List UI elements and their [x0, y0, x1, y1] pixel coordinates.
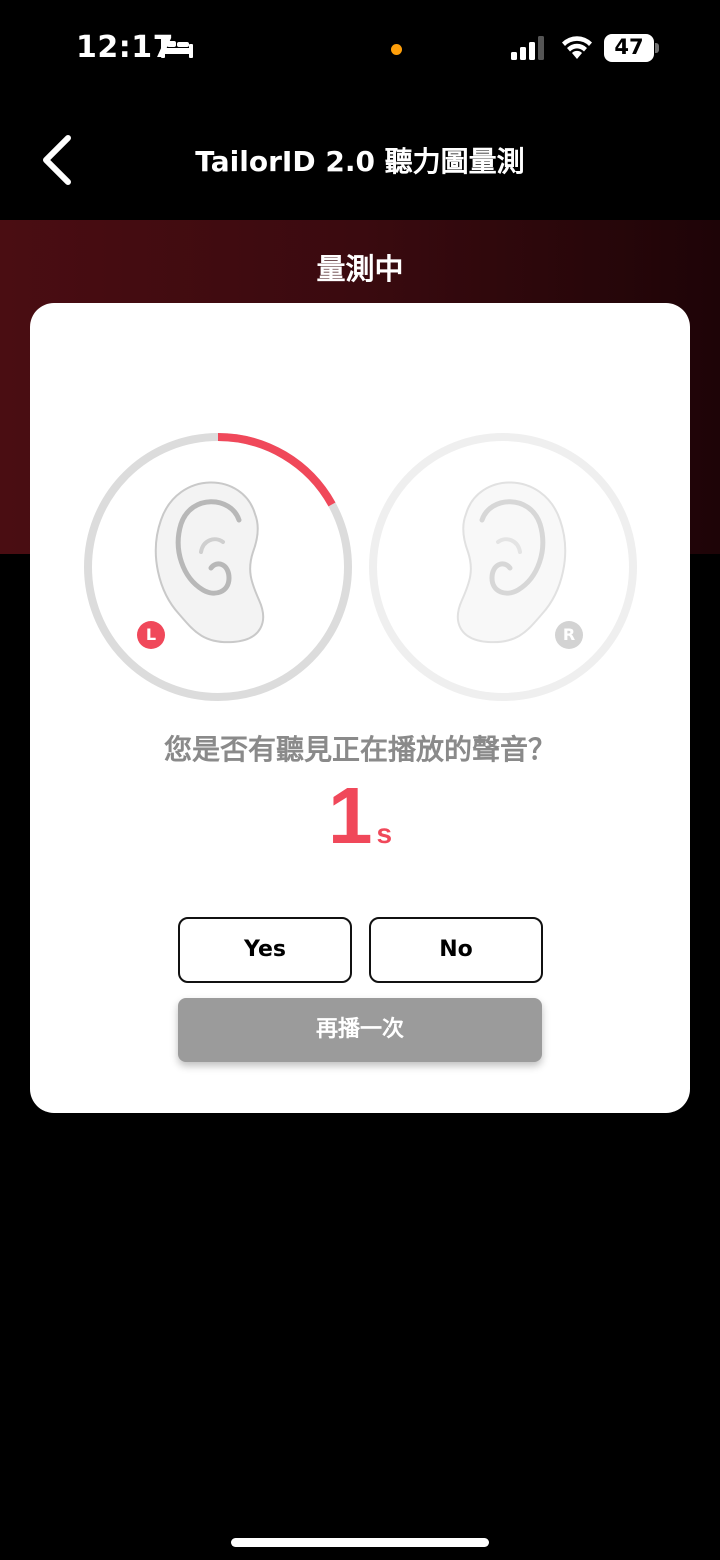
wifi-icon [562, 36, 592, 59]
recording-indicator-dot [391, 44, 402, 55]
replay-button[interactable]: 再播一次 [178, 998, 542, 1062]
signal-icon [511, 36, 544, 60]
left-ear-indicator [83, 432, 353, 702]
battery-icon: 47 [604, 34, 660, 62]
left-ear-icon [154, 481, 264, 644]
back-button[interactable] [32, 128, 88, 192]
countdown-unit: s [376, 818, 393, 849]
page-title: TailorID 2.0 聽力圖量測 [195, 145, 525, 178]
countdown-timer: 1s [0, 770, 720, 862]
home-indicator[interactable] [231, 1538, 489, 1547]
countdown-value: 1 [327, 771, 373, 860]
chevron-left-icon [43, 135, 71, 185]
right-ear-badge: R [555, 621, 583, 649]
no-button[interactable]: No [369, 917, 543, 983]
right-ear-icon [457, 481, 567, 644]
hearing-question: 您是否有聽見正在播放的聲音？ [163, 733, 556, 766]
yes-button[interactable]: Yes [178, 917, 352, 983]
status-bar: 12:17 47 [0, 0, 720, 100]
battery-level: 47 [614, 35, 644, 59]
measurement-status: 量測中 [316, 252, 404, 286]
test-card [30, 303, 690, 1113]
left-ear-badge: L [137, 621, 165, 649]
bed-icon [161, 38, 193, 58]
right-ear-indicator [368, 432, 638, 702]
